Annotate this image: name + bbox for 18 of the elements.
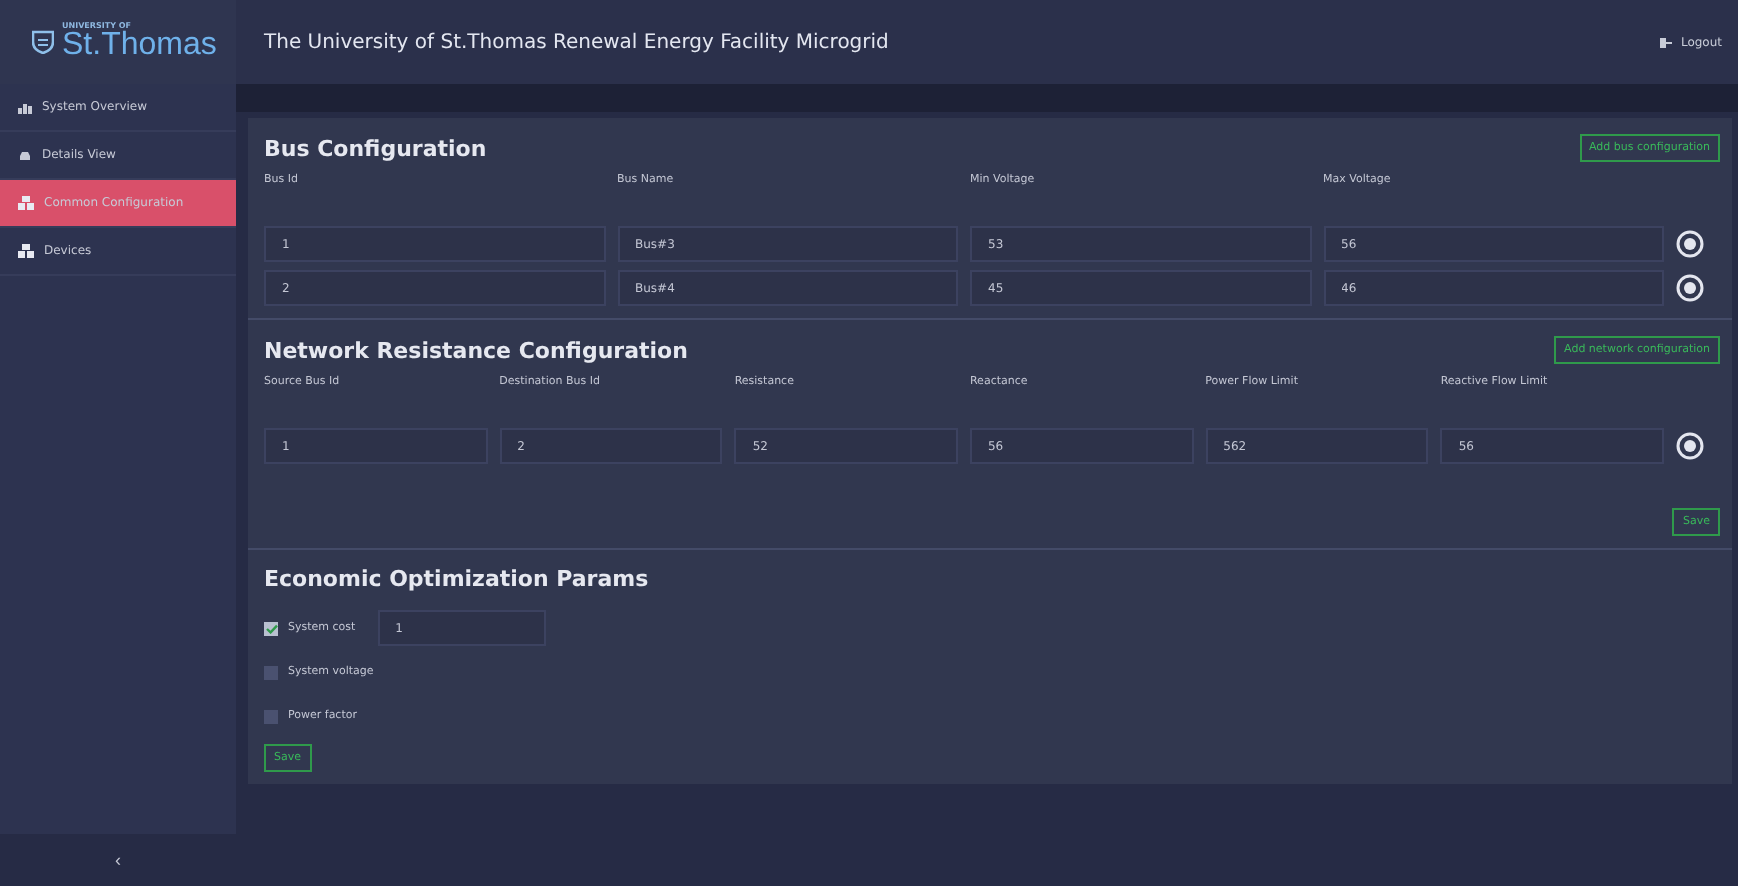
remove-button[interactable] [1676, 274, 1704, 302]
remove-button[interactable] [1675, 432, 1704, 460]
logo-name: St.Thomas [62, 30, 217, 62]
checkbox[interactable] [264, 621, 278, 635]
cubes-icon [18, 196, 34, 210]
section-title: Economic Optimization Params [264, 566, 651, 592]
car-icon [18, 149, 32, 161]
remove-button[interactable] [1676, 230, 1704, 258]
chart-icon [18, 101, 32, 113]
checkbox[interactable] [264, 665, 278, 679]
cubes-icon [18, 244, 34, 258]
section-title: Bus Configuration [264, 135, 487, 161]
logout-icon [1660, 37, 1673, 47]
collapse-button[interactable]: ‹ [0, 834, 236, 886]
app-title: The University of St.Thomas Renewal Energy Facility Microgrid [264, 31, 889, 53]
checkbox[interactable] [264, 709, 278, 723]
section-title: Network Resistance Configuration [264, 337, 688, 363]
shield-icon [32, 30, 54, 54]
